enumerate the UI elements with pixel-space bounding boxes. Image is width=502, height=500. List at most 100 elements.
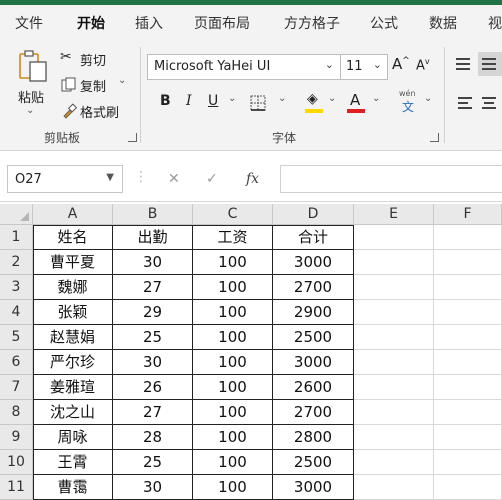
row-header-4[interactable]: 4 [0,300,33,325]
column-header-d[interactable]: D [273,204,354,225]
font-color-button[interactable]: A [346,91,366,113]
column-header-a[interactable]: A [33,204,113,225]
italic-button[interactable]: I [186,93,192,109]
cell-d6[interactable]: 3000 [273,350,354,375]
cell-b9[interactable]: 28 [113,425,193,450]
tab-insert[interactable]: 插入 [135,13,163,33]
cell-c6[interactable]: 100 [193,350,273,375]
row-header-9[interactable]: 9 [0,425,33,450]
cell-f2[interactable] [434,250,502,275]
cell-f4[interactable] [434,300,502,325]
row-header-10[interactable]: 10 [0,450,33,475]
cell-e7[interactable] [354,375,434,400]
cell-a1[interactable]: 姓名 [33,225,113,250]
cell-f7[interactable] [434,375,502,400]
column-header-f[interactable]: F [434,204,502,225]
cell-e2[interactable] [354,250,434,275]
tab-fangfang-gezi[interactable]: 方方格子 [284,13,340,33]
paste-button[interactable]: 粘贴 ⌄ [14,47,50,123]
cell-c9[interactable]: 100 [193,425,273,450]
border-dropdown-icon[interactable]: ⌄ [278,93,286,104]
cell-f11[interactable] [434,475,502,500]
cell-d4[interactable]: 2900 [273,300,354,325]
cell-d1[interactable]: 合计 [273,225,354,250]
column-header-c[interactable]: C [193,204,273,225]
cell-d10[interactable]: 2500 [273,450,354,475]
cell-c8[interactable]: 100 [193,400,273,425]
cell-b3[interactable]: 27 [113,275,193,300]
cell-f6[interactable] [434,350,502,375]
cell-c5[interactable]: 100 [193,325,273,350]
tab-file[interactable]: 文件 [15,13,43,33]
cancel-icon[interactable]: ✕ [168,171,180,187]
fill-color-button[interactable]: ◈ [304,91,326,113]
row-header-1[interactable]: 1 [0,225,33,250]
phonetic-button[interactable]: wén 文 [397,89,421,115]
cell-e5[interactable] [354,325,434,350]
insert-function-button[interactable]: fx [246,171,259,187]
cell-a5[interactable]: 赵慧娟 [33,325,113,350]
font-name-select[interactable]: Microsoft YaHei UI ⌄ [147,54,341,80]
row-header-11[interactable]: 11 [0,475,33,500]
cell-f8[interactable] [434,400,502,425]
cell-d5[interactable]: 2500 [273,325,354,350]
tab-view[interactable]: 视 [488,13,502,33]
formula-input[interactable] [280,165,502,193]
cell-b5[interactable]: 25 [113,325,193,350]
cell-b7[interactable]: 26 [113,375,193,400]
row-header-2[interactable]: 2 [0,250,33,275]
cell-a2[interactable]: 曹平夏 [33,250,113,275]
align-middle-icon[interactable] [478,52,502,76]
cell-a9[interactable]: 周咏 [33,425,113,450]
cell-a8[interactable]: 沈之山 [33,400,113,425]
cell-a11[interactable]: 曹霭 [33,475,113,500]
tab-formulas[interactable]: 公式 [370,13,398,33]
cell-c2[interactable]: 100 [193,250,273,275]
cell-a10[interactable]: 王霄 [33,450,113,475]
cell-b4[interactable]: 29 [113,300,193,325]
fill-dropdown-icon[interactable]: ⌄ [328,93,336,104]
column-header-b[interactable]: B [113,204,193,225]
cell-b6[interactable]: 30 [113,350,193,375]
cell-b11[interactable]: 30 [113,475,193,500]
cell-f5[interactable] [434,325,502,350]
grow-font-button[interactable]: A^ [392,55,410,73]
cell-c4[interactable]: 100 [193,300,273,325]
row-header-6[interactable]: 6 [0,350,33,375]
row-header-3[interactable]: 3 [0,275,33,300]
underline-button[interactable]: U [208,93,218,109]
row-header-8[interactable]: 8 [0,400,33,425]
phonetic-dropdown-icon[interactable]: ⌄ [424,93,432,104]
cell-d3[interactable]: 2700 [273,275,354,300]
underline-dropdown-icon[interactable]: ⌄ [228,93,236,104]
border-icon[interactable] [249,94,267,112]
tab-home[interactable]: 开始 [77,13,105,33]
cell-e6[interactable] [354,350,434,375]
cell-e8[interactable] [354,400,434,425]
cell-b8[interactable]: 27 [113,400,193,425]
copy-button[interactable]: 复制 ⌄ [60,75,132,95]
cell-e11[interactable] [354,475,434,500]
cell-e3[interactable] [354,275,434,300]
cell-d11[interactable]: 3000 [273,475,354,500]
cell-e10[interactable] [354,450,434,475]
cell-f1[interactable] [434,225,502,250]
cell-a4[interactable]: 张颖 [33,300,113,325]
cell-d8[interactable]: 2700 [273,400,354,425]
select-all-button[interactable] [0,204,33,225]
cell-d2[interactable]: 3000 [273,250,354,275]
cell-b2[interactable]: 30 [113,250,193,275]
clipboard-launcher-icon[interactable] [128,133,137,142]
cut-button[interactable]: ✂ 剪切 [60,49,120,69]
format-painter-button[interactable]: 格式刷 [60,101,130,121]
font-color-dropdown-icon[interactable]: ⌄ [372,93,380,104]
cell-e1[interactable] [354,225,434,250]
cell-a7[interactable]: 姜雅瑄 [33,375,113,400]
cell-f9[interactable] [434,425,502,450]
drag-handle-icon[interactable]: ⋮ [134,169,148,185]
cell-e4[interactable] [354,300,434,325]
cell-a6[interactable]: 严尔珍 [33,350,113,375]
align-top-icon[interactable] [456,57,472,71]
tab-page-layout[interactable]: 页面布局 [194,13,250,33]
cell-f10[interactable] [434,450,502,475]
